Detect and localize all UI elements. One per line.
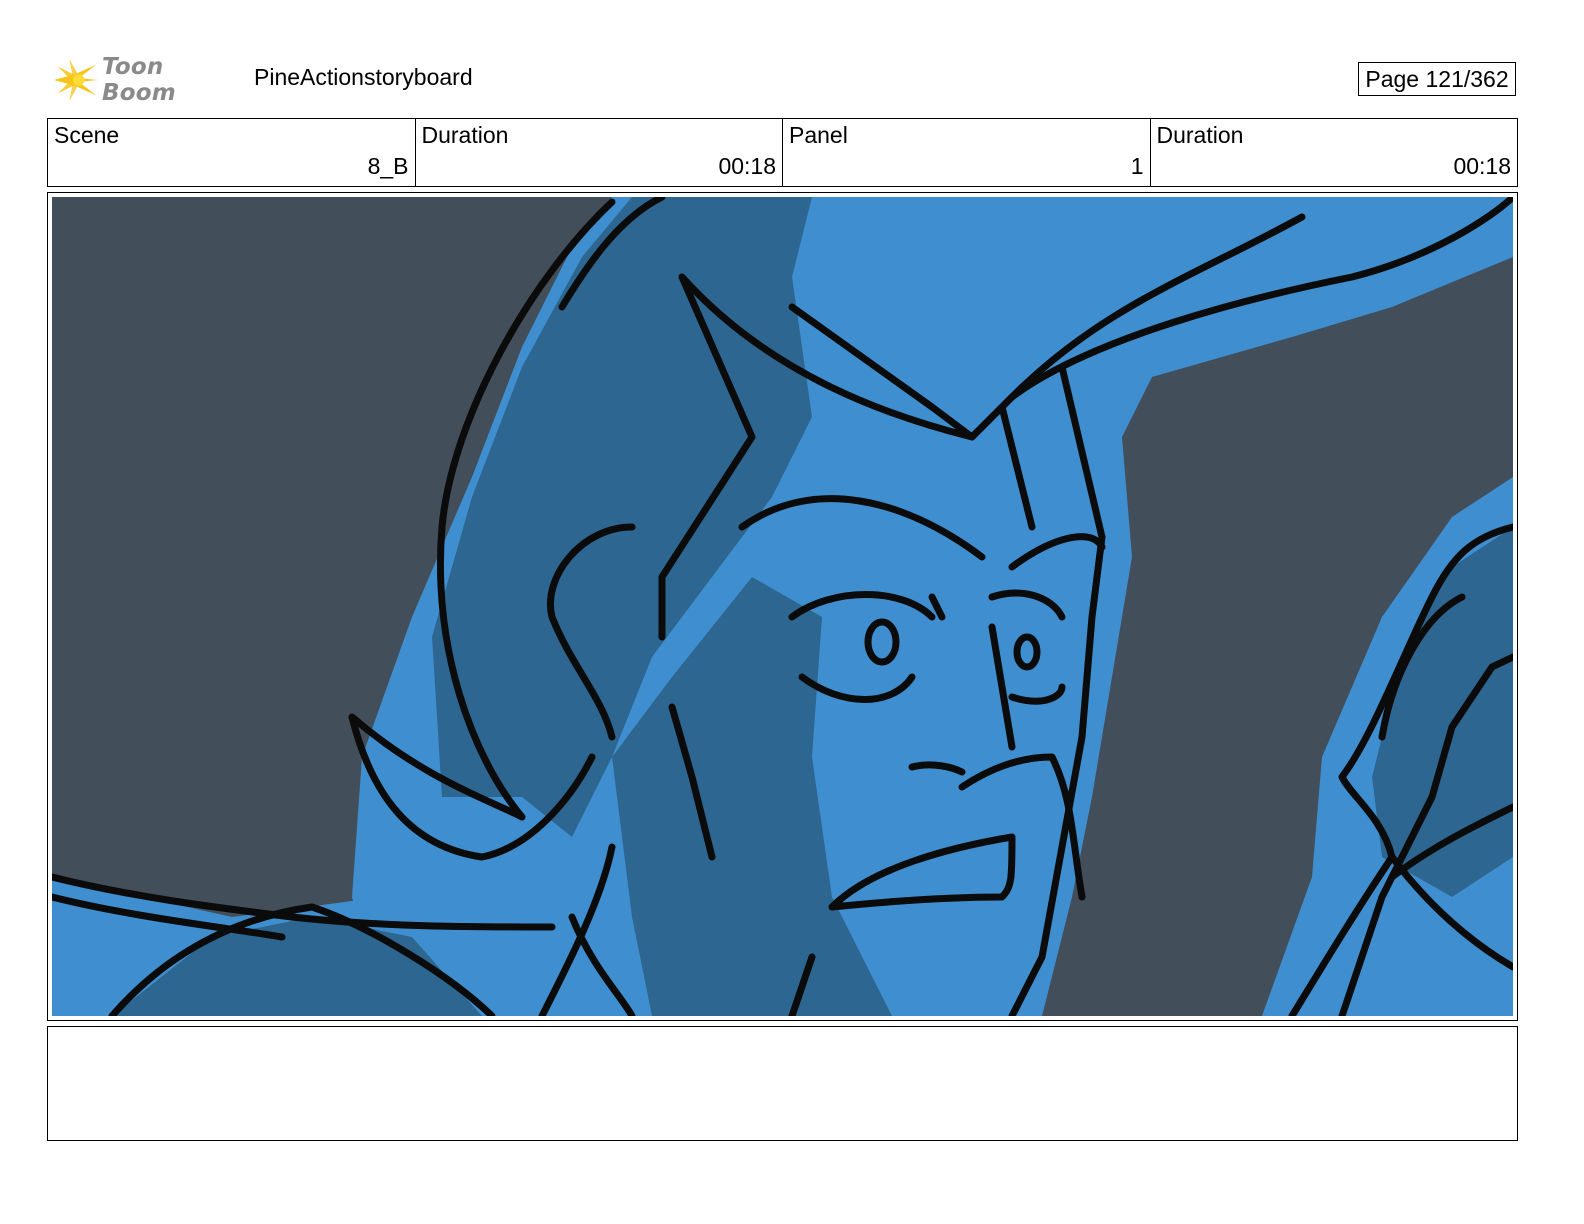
- storyboard-panel-image: [52, 197, 1513, 1016]
- panel-notes-box: [47, 1026, 1518, 1141]
- page-counter: Page 121/362: [1358, 62, 1516, 96]
- storyboard-panel-frame: [47, 192, 1518, 1021]
- panel-value: 1: [1130, 153, 1144, 179]
- project-title: PineActionstoryboard: [254, 64, 473, 90]
- panel-duration-label: Duration: [1156, 122, 1244, 148]
- character-sketch: [52, 197, 1513, 1016]
- panel-label: Panel: [789, 122, 848, 148]
- scene-duration-value: 00:18: [718, 153, 776, 179]
- panel-cell: Panel 1: [783, 119, 1151, 186]
- scene-cell: Scene 8_B: [48, 119, 416, 186]
- scene-value: 8_B: [367, 153, 409, 179]
- scene-duration-cell: Duration 00:18: [416, 119, 783, 186]
- scene-duration-label: Duration: [421, 122, 509, 148]
- logo-text: Toon Boom: [101, 54, 176, 106]
- star-burst-icon: [53, 58, 99, 102]
- scene-info-table: Scene 8_B Duration 00:18 Panel 1 Duratio…: [47, 118, 1518, 187]
- scene-label: Scene: [54, 122, 120, 148]
- panel-duration-value: 00:18: [1453, 153, 1511, 179]
- toon-boom-logo: Toon Boom: [50, 54, 240, 106]
- panel-duration-cell: Duration 00:18: [1151, 119, 1518, 186]
